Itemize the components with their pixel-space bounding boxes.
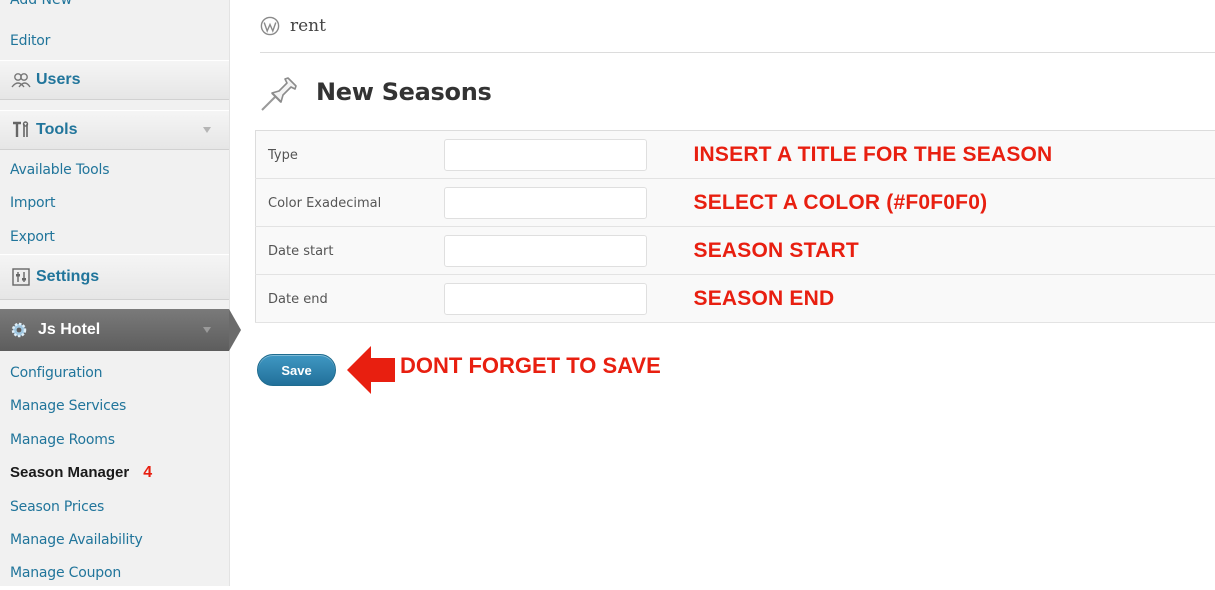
date-end-input[interactable] [444,283,647,315]
form-row-date-end: Date end SEASON END [256,275,1215,323]
color-input[interactable] [444,187,647,219]
sidebar-item-export[interactable]: Export [0,220,229,254]
sidebar-item-add-new[interactable]: Add New [10,0,72,8]
chevron-down-icon[interactable] [203,127,211,133]
sidebar-item-season-prices[interactable]: Season Prices [0,490,229,524]
sidebar-menu-tools-label: Tools [36,121,77,139]
sidebar-menu-users-label: Users [36,71,80,89]
save-button[interactable]: Save [257,354,336,386]
sidebar-item-season-manager-label: Season Manager [10,464,129,481]
form-row-date-start: Date start SEASON START [256,227,1215,275]
site-header: rent [260,0,1215,53]
date-start-input[interactable] [444,235,647,267]
sidebar-menu-tools[interactable]: Tools [0,110,229,150]
active-menu-pointer [229,309,241,351]
form-row-type: Type INSERT A TITLE FOR THE SEASON [256,131,1215,179]
sidebar-item-manage-rooms[interactable]: Manage Rooms [0,423,229,457]
page-header: New Seasons [258,72,492,112]
sidebar-menu-js-hotel-label: Js Hotel [38,321,100,339]
users-icon [10,71,32,89]
red-arrow-icon [345,342,397,403]
sidebar-item-manage-coupon[interactable]: Manage Coupon [0,556,229,590]
save-annotation: DONT FORGET TO SAVE [400,353,661,379]
date-start-label: Date start [256,227,444,275]
sidebar-menu-js-hotel[interactable]: Js Hotel [0,309,229,351]
form-row-color: Color Exadecimal SELECT A COLOR (#F0F0F0… [256,179,1215,227]
sidebar-item-import[interactable]: Import [0,186,229,220]
sidebar-item-editor[interactable]: Editor [0,24,229,58]
date-end-label: Date end [256,275,444,323]
sidebar-item-season-manager[interactable]: Season Manager 4 [0,456,229,490]
sidebar-menu-settings[interactable]: Settings [0,254,229,300]
sidebar-menu-settings-label: Settings [36,268,99,286]
site-name-link[interactable]: rent [290,16,326,36]
sidebar-item-manage-services[interactable]: Manage Services [0,389,229,423]
settings-icon [10,268,32,286]
date-start-annotation: SEASON START [694,227,1215,275]
color-label: Color Exadecimal [256,179,444,227]
date-end-annotation: SEASON END [694,275,1215,323]
pushpin-icon [258,72,304,112]
page-title: New Seasons [316,78,492,106]
sidebar-item-available-tools[interactable]: Available Tools [0,153,229,187]
wordpress-logo-icon[interactable] [260,16,280,36]
gear-icon [10,321,32,339]
color-annotation: SELECT A COLOR (#F0F0F0) [694,179,1215,227]
tools-icon [10,121,32,139]
season-form-table: Type INSERT A TITLE FOR THE SEASON Color… [255,130,1215,323]
sidebar-menu-users[interactable]: Users [0,60,229,100]
admin-sidebar: Add New Editor Users Tools Available Too… [0,0,230,586]
chevron-down-icon[interactable] [203,327,211,333]
type-annotation: INSERT A TITLE FOR THE SEASON [694,131,1215,179]
sidebar-item-manage-availability[interactable]: Manage Availability [0,523,229,557]
sidebar-item-configuration[interactable]: Configuration [0,356,229,390]
type-label: Type [256,131,444,179]
step-number-annotation: 4 [143,464,152,481]
type-input[interactable] [444,139,647,171]
